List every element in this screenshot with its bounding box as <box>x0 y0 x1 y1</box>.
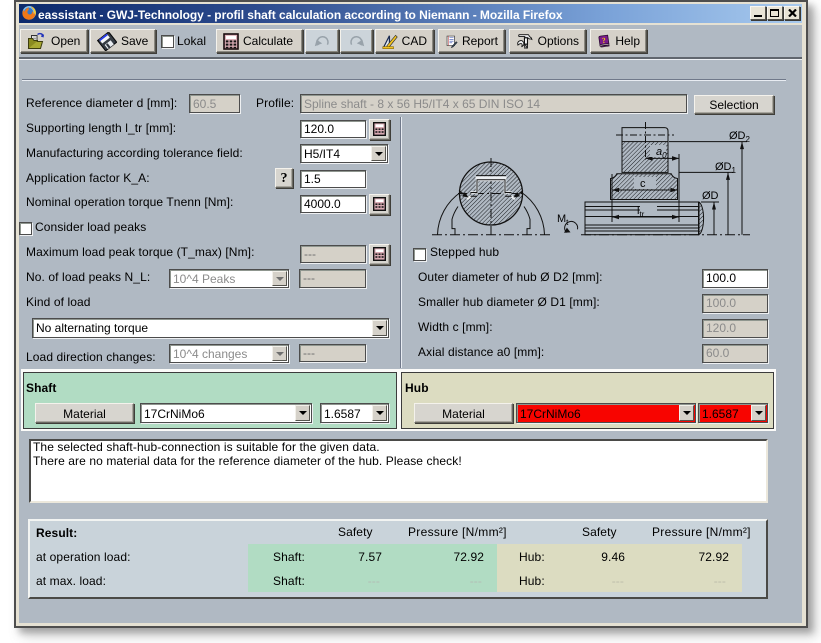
svg-text:ØD2: ØD2 <box>729 130 751 144</box>
svg-text:Mt: Mt <box>557 213 569 227</box>
svg-text:c: c <box>640 178 646 190</box>
svg-text:ØD: ØD <box>702 190 719 202</box>
svg-text:ØD1: ØD1 <box>715 161 737 175</box>
